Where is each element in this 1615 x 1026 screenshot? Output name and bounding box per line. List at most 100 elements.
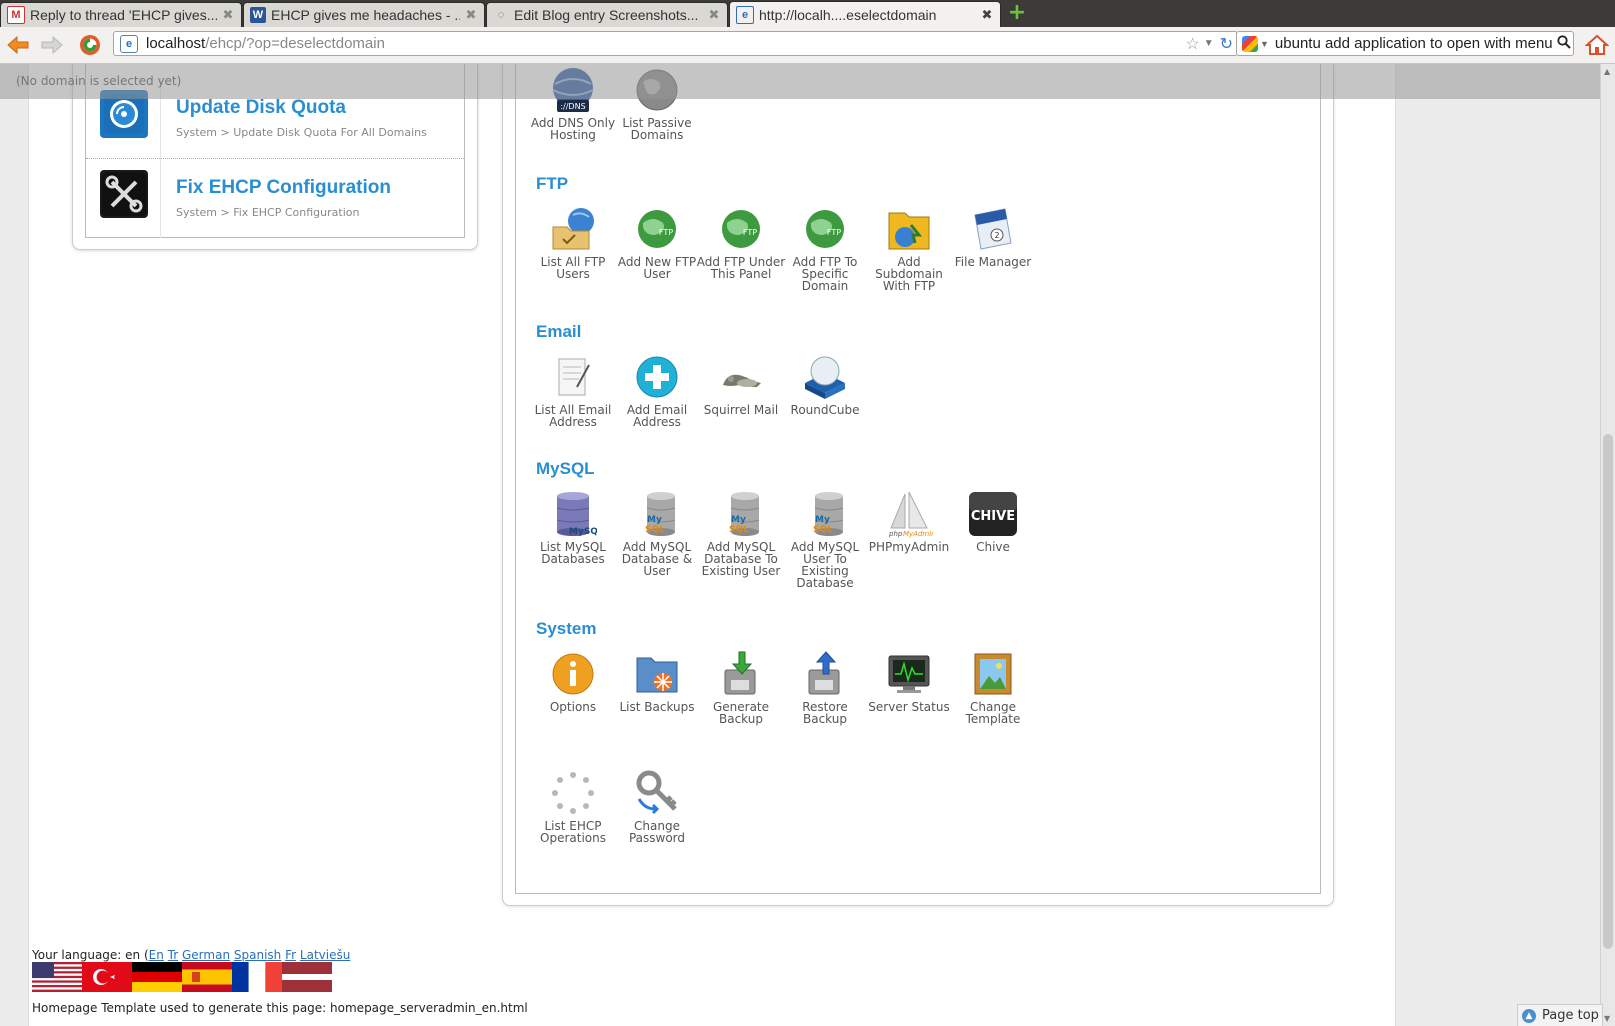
restore-backup-link[interactable]: Restore Backup [780, 650, 870, 725]
latvia-flag-icon[interactable] [282, 962, 332, 992]
google-icon[interactable] [1242, 35, 1258, 52]
refresh-icon[interactable]: ↻ [1220, 34, 1233, 54]
language-link-german[interactable]: German [182, 948, 230, 962]
restore-backup-icon [801, 650, 849, 698]
mysql-add-icon: My SQL [633, 490, 681, 538]
file-manager-link[interactable]: 2 File Manager [948, 205, 1038, 268]
roundcube-link[interactable]: RoundCube [780, 353, 870, 416]
ftp-globe-icon: FTP [717, 205, 765, 253]
list-item-title[interactable]: Fix EHCP Configuration [176, 177, 391, 199]
phpmyadmin-link[interactable]: php MyAdmin PHPmyAdmin [864, 490, 954, 553]
squirrel-mail-label: Squirrel Mail [703, 403, 779, 417]
tab-blog[interactable]: ◌ Edit Blog entry Screenshots... ✖ [486, 2, 728, 27]
search-input[interactable]: ubuntu add application to open with menu [1275, 35, 1555, 52]
language-flags [32, 962, 332, 992]
list-passive-domains-label: List Passive Domains [622, 116, 692, 142]
language-link-en[interactable]: En [149, 948, 164, 962]
list-ehcp-operations-link[interactable]: List EHCP Operations [528, 769, 618, 844]
spain-flag-icon[interactable] [182, 962, 232, 992]
page-viewport: (No domain is selected yet) Update Disk … [0, 64, 1600, 1026]
add-mysql-database-to-existing-user-link[interactable]: My SQL Add MySQL Database To Existing Use… [696, 490, 786, 577]
add-mysql-user-to-existing-database-link[interactable]: My SQL Add MySQL User To Existing Databas… [780, 490, 870, 589]
add-mysql-database-user-label: Add MySQL Database & User [621, 540, 693, 578]
add-email-address-link[interactable]: Add Email Address [612, 353, 702, 428]
list-item-title[interactable]: Update Disk Quota [176, 97, 346, 119]
vertical-scrollbar[interactable]: ▲ ▼ [1600, 64, 1615, 1026]
list-ehcp-operations-label: List EHCP Operations [540, 819, 606, 845]
list-backups-label: List Backups [619, 700, 695, 714]
url-path: /ehcp/?op=deselectdomain [205, 35, 385, 52]
add-ftp-to-specific-domain-link[interactable]: FTP Add FTP To Specific Domain [780, 205, 870, 292]
turkey-flag-icon[interactable] [82, 962, 132, 992]
language-prefix: Your language: en ( [32, 948, 149, 962]
list-all-ftp-users-link[interactable]: List All FTP Users [528, 205, 618, 280]
chevron-down-icon[interactable]: ▼ [1260, 39, 1269, 49]
scroll-up-icon[interactable]: ▲ [1604, 67, 1610, 76]
forward-button[interactable] [38, 31, 66, 59]
server-status-link[interactable]: Server Status [864, 650, 954, 713]
list-mysql-databases-link[interactable]: MySQL List MySQL Databases [528, 490, 618, 565]
generate-backup-link[interactable]: Generate Backup [696, 650, 786, 725]
language-link-fr[interactable]: Fr [285, 948, 296, 962]
spinner-icon [549, 769, 597, 817]
close-icon[interactable]: ✖ [707, 7, 721, 23]
list-item-fix-ehcp-configuration[interactable]: Fix EHCP Configuration System > Fix EHCP… [86, 158, 464, 238]
tab-localhost[interactable]: e http://localh....eselectdomain ✖ [729, 1, 1001, 27]
add-new-ftp-user-link[interactable]: FTP Add New FTP User [612, 205, 702, 280]
mysql-database-icon: MySQL [549, 490, 604, 538]
back-button[interactable] [4, 31, 32, 59]
add-subdomain-with-ftp-label: Add Subdomain With FTP [875, 255, 943, 293]
svg-text:SQL: SQL [813, 525, 833, 535]
us-flag-icon[interactable] [32, 962, 82, 992]
section-title-system: System [536, 619, 597, 638]
chevron-down-icon[interactable]: ▼ [1204, 38, 1214, 49]
tab-gmail[interactable]: M Reply to thread 'EHCP gives... ✖ [0, 2, 242, 27]
generate-backup-icon [717, 650, 765, 698]
add-mysql-database-user-link[interactable]: My SQL Add MySQL Database & User [612, 490, 702, 577]
tab-label: http://localh....eselectdomain [759, 6, 937, 23]
page-top-button[interactable]: ▲ Page top [1517, 1004, 1603, 1026]
file-manager-icon: 2 [969, 205, 1017, 253]
options-link[interactable]: Options [528, 650, 618, 713]
backup-folder-icon [633, 650, 681, 698]
change-template-link[interactable]: Change Template [948, 650, 1038, 725]
search-bar[interactable]: ▼ ubuntu add application to open with me… [1236, 31, 1574, 56]
change-password-link[interactable]: Change Password [612, 769, 702, 844]
phpmyadmin-label: PHPmyAdmin [868, 540, 950, 554]
forward-arrow-icon [41, 35, 63, 55]
address-bar[interactable]: e localhost/ehcp/?op=deselectdomain ☆ ▼ … [113, 31, 1238, 56]
france-flag-icon[interactable] [232, 962, 282, 992]
add-mysql-database-to-existing-user-label: Add MySQL Database To Existing User [701, 540, 781, 578]
close-icon[interactable]: ✖ [221, 7, 235, 23]
reload-button[interactable] [76, 31, 104, 59]
scrollbar-thumb[interactable] [1603, 434, 1613, 949]
chive-link[interactable]: CHIVE Chive [948, 490, 1038, 553]
list-all-email-address-link[interactable]: List All Email Address [528, 353, 618, 428]
squirrel-mail-link[interactable]: Squirrel Mail [696, 353, 786, 416]
back-arrow-icon [7, 35, 29, 55]
close-icon[interactable]: ✖ [980, 7, 994, 23]
new-tab-button[interactable]: + [1006, 2, 1028, 25]
bookmark-star-icon[interactable]: ☆ [1185, 34, 1199, 54]
germany-flag-icon[interactable] [132, 962, 182, 992]
list-backups-link[interactable]: List Backups [612, 650, 702, 713]
close-icon[interactable]: ✖ [464, 7, 478, 23]
browser-tab-bar: M Reply to thread 'EHCP gives... ✖ W EHC… [0, 0, 1615, 27]
language-link-tr[interactable]: Tr [168, 948, 179, 962]
section-title-mysql: MySQL [536, 459, 595, 478]
tab-label: Edit Blog entry Screenshots... [514, 7, 699, 23]
add-subdomain-with-ftp-link[interactable]: Add Subdomain With FTP [864, 205, 954, 292]
home-button[interactable] [1583, 31, 1611, 59]
tab-word[interactable]: W EHCP gives me headaches - ... ✖ [243, 2, 485, 27]
language-link-latviesu[interactable]: Latviešu [300, 948, 350, 962]
language-link-spanish[interactable]: Spanish [234, 948, 281, 962]
list-item-breadcrumb: System > Update Disk Quota For All Domai… [176, 126, 427, 139]
scroll-down-icon[interactable]: ▼ [1604, 1014, 1610, 1023]
phpmyadmin-icon: php MyAdmin [885, 490, 936, 538]
add-ftp-under-this-panel-link[interactable]: FTP Add FTP Under This Panel [696, 205, 786, 280]
section-title-ftp: FTP [536, 174, 569, 193]
search-icon[interactable] [1555, 35, 1573, 52]
arrow-up-icon: ▲ [1522, 1008, 1536, 1023]
add-ftp-under-this-panel-label: Add FTP Under This Panel [696, 255, 786, 281]
site-identity-icon[interactable]: e [120, 34, 138, 53]
